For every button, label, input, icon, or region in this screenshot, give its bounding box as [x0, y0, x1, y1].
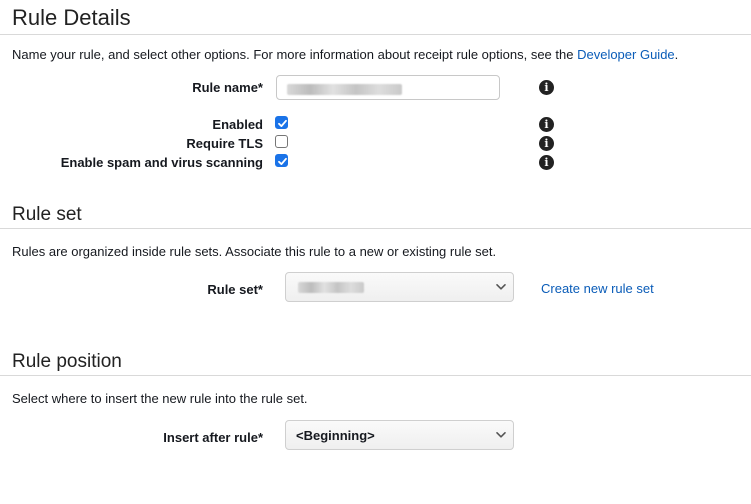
rule-set-select[interactable] [285, 272, 514, 302]
spam-scan-info-icon[interactable]: i [539, 155, 554, 170]
check-icon [278, 157, 287, 165]
check-icon [278, 119, 287, 127]
enabled-checkbox[interactable] [275, 116, 288, 129]
rule-set-redacted [298, 282, 364, 293]
chevron-down-icon [496, 284, 506, 290]
developer-guide-link[interactable]: Developer Guide [577, 47, 675, 62]
spam-scan-checkbox[interactable] [275, 154, 288, 167]
insert-after-rule-select[interactable]: <Beginning> [285, 420, 514, 450]
rule-set-description: Rules are organized inside rule sets. As… [12, 244, 497, 259]
insert-after-rule-selected-value: <Beginning> [296, 428, 375, 443]
rule-set-title: Rule set [12, 204, 82, 225]
rule-name-redacted [287, 84, 402, 95]
rule-name-input[interactable] [276, 75, 500, 100]
rule-set-label: Rule set* [207, 282, 263, 297]
enabled-label: Enabled [212, 117, 263, 132]
enabled-info-icon[interactable]: i [539, 117, 554, 132]
rule-editor-page: Rule Details Name your rule, and select … [0, 0, 751, 504]
description-period: . [674, 47, 679, 62]
rule-position-title: Rule position [12, 351, 122, 372]
rule-name-info-icon[interactable]: i [539, 80, 554, 95]
rule-details-title: Rule Details [12, 5, 131, 30]
require-tls-label: Require TLS [186, 136, 263, 151]
spam-scan-label: Enable spam and virus scanning [60, 155, 263, 170]
rule-position-divider [0, 375, 751, 376]
insert-after-rule-label: Insert after rule* [163, 430, 263, 445]
rule-details-description: Name your rule, and select other options… [12, 47, 678, 62]
chevron-down-icon [496, 432, 506, 438]
require-tls-info-icon[interactable]: i [539, 136, 554, 151]
rule-set-divider [0, 228, 751, 229]
require-tls-checkbox[interactable] [275, 135, 288, 148]
rule-name-label: Rule name* [192, 80, 263, 95]
rule-position-description: Select where to insert the new rule into… [12, 391, 308, 406]
rule-details-divider [0, 34, 751, 35]
rule-details-description-text: Name your rule, and select other options… [12, 47, 574, 62]
create-new-rule-set-link[interactable]: Create new rule set [541, 281, 654, 296]
